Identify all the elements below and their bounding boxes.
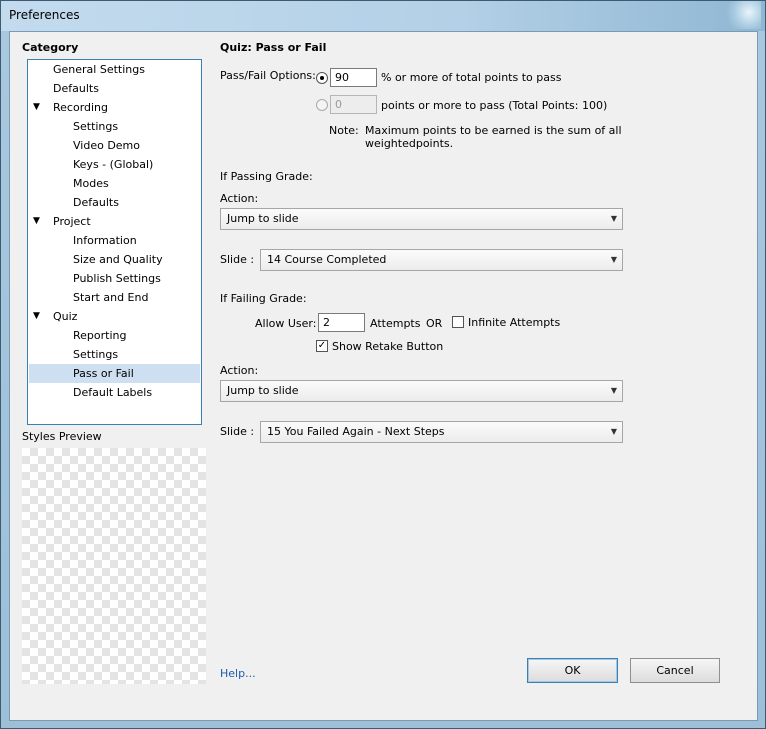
category-item[interactable]: Start and End bbox=[29, 288, 200, 307]
percent-radio[interactable] bbox=[316, 72, 328, 84]
category-item[interactable]: Settings bbox=[29, 117, 200, 136]
note-label: Note: bbox=[329, 124, 359, 137]
category-item[interactable]: General Settings bbox=[29, 60, 200, 79]
failing-slide-value: 15 You Failed Again - Next Steps bbox=[267, 425, 445, 438]
checkmark-icon: ✓ bbox=[317, 340, 327, 351]
category-item[interactable]: Keys - (Global) bbox=[29, 155, 200, 174]
passing-slide-value: 14 Course Completed bbox=[267, 253, 387, 266]
percent-option-label: % or more of total points to pass bbox=[381, 71, 562, 84]
help-link[interactable]: Help... bbox=[220, 667, 256, 680]
category-item-label: Reporting bbox=[73, 329, 127, 342]
or-label: OR bbox=[426, 317, 443, 330]
note-text-line1: Maximum points to be earned is the sum o… bbox=[365, 124, 622, 137]
category-item[interactable]: Video Demo bbox=[29, 136, 200, 155]
show-retake-label: Show Retake Button bbox=[332, 340, 444, 353]
points-radio[interactable] bbox=[316, 99, 328, 111]
failing-grade-heading: If Failing Grade: bbox=[220, 292, 307, 305]
failing-slide-dropdown[interactable]: 15 You Failed Again - Next Steps ▼ bbox=[260, 421, 623, 443]
chevron-down-icon: ▼ bbox=[610, 386, 617, 395]
category-item-label: Publish Settings bbox=[73, 272, 161, 285]
category-item[interactable]: ▼ Quiz bbox=[29, 307, 200, 326]
expand-arrow-icon[interactable]: ▼ bbox=[33, 98, 40, 117]
failing-slide-label: Slide : bbox=[220, 425, 255, 438]
category-item[interactable]: Publish Settings bbox=[29, 269, 200, 288]
infinite-attempts-checkbox[interactable] bbox=[452, 316, 464, 328]
panel-title: Quiz: Pass or Fail bbox=[220, 41, 327, 54]
note-text-line2: weightedpoints. bbox=[365, 137, 454, 150]
pass-fail-options-label: Pass/Fail Options: bbox=[220, 69, 316, 82]
category-item[interactable]: Default Labels bbox=[29, 383, 200, 402]
attempts-label: Attempts bbox=[370, 317, 421, 330]
chevron-down-icon: ▼ bbox=[610, 214, 617, 223]
category-item[interactable]: Information bbox=[29, 231, 200, 250]
passing-action-value: Jump to slide bbox=[227, 212, 299, 225]
category-item[interactable]: Size and Quality bbox=[29, 250, 200, 269]
passing-slide-dropdown[interactable]: 14 Course Completed ▼ bbox=[260, 249, 623, 271]
category-item-label: Defaults bbox=[73, 196, 119, 209]
category-item[interactable]: Reporting bbox=[29, 326, 200, 345]
chevron-down-icon: ▼ bbox=[610, 427, 617, 436]
cancel-button[interactable]: Cancel bbox=[630, 658, 720, 683]
dialog-client: Category General Settings Defaults ▼ Record… bbox=[9, 31, 758, 721]
category-tree[interactable]: General Settings Defaults ▼ Recording Settin… bbox=[27, 59, 202, 425]
category-item[interactable]: ▼ Recording bbox=[29, 98, 200, 117]
passing-grade-heading: If Passing Grade: bbox=[220, 170, 313, 183]
chevron-down-icon: ▼ bbox=[610, 255, 617, 264]
category-item-label: Information bbox=[73, 234, 137, 247]
styles-preview-label: Styles Preview bbox=[22, 430, 102, 443]
category-item[interactable]: Settings bbox=[29, 345, 200, 364]
passing-action-label: Action: bbox=[220, 192, 259, 205]
category-item-label: Size and Quality bbox=[73, 253, 163, 266]
category-item-label: Settings bbox=[73, 348, 119, 361]
category-item-label: Quiz bbox=[53, 310, 78, 323]
category-heading: Category bbox=[22, 41, 79, 54]
allow-user-label: Allow User: bbox=[255, 317, 317, 330]
infinite-attempts-label: Infinite Attempts bbox=[468, 316, 561, 329]
category-item-label: Start and End bbox=[73, 291, 149, 304]
title-bar[interactable]: Preferences bbox=[1, 1, 765, 31]
ok-button[interactable]: OK bbox=[527, 658, 618, 683]
passing-action-dropdown[interactable]: Jump to slide ▼ bbox=[220, 208, 623, 230]
preferences-window: Preferences Category General Settings Def… bbox=[0, 0, 766, 729]
category-item-label: Defaults bbox=[53, 82, 99, 95]
category-item[interactable]: ▼ Project bbox=[29, 212, 200, 231]
category-item-label: Settings bbox=[73, 120, 119, 133]
category-item-label: Modes bbox=[73, 177, 109, 190]
attempts-input[interactable]: 2 bbox=[318, 313, 365, 332]
failing-action-dropdown[interactable]: Jump to slide ▼ bbox=[220, 380, 623, 402]
points-input[interactable]: 0 bbox=[330, 95, 377, 114]
points-option-label: points or more to pass (Total Points: 10… bbox=[381, 99, 608, 112]
category-item-label: Video Demo bbox=[73, 139, 140, 152]
expand-arrow-icon[interactable]: ▼ bbox=[33, 212, 40, 231]
percent-input[interactable]: 90 bbox=[330, 68, 377, 87]
category-item-label: Pass or Fail bbox=[73, 367, 134, 380]
window-control-glow bbox=[721, 1, 761, 29]
failing-action-value: Jump to slide bbox=[227, 384, 299, 397]
category-item[interactable]: Defaults bbox=[29, 193, 200, 212]
expand-arrow-icon[interactable]: ▼ bbox=[33, 307, 40, 326]
styles-preview-canvas bbox=[22, 448, 206, 684]
window-title: Preferences bbox=[9, 8, 80, 22]
category-item-label: Default Labels bbox=[73, 386, 153, 399]
category-item[interactable]: Pass or Fail bbox=[29, 364, 200, 383]
category-item[interactable]: Defaults bbox=[29, 79, 200, 98]
category-item-label: Project bbox=[53, 215, 91, 228]
failing-action-label: Action: bbox=[220, 364, 259, 377]
passing-slide-label: Slide : bbox=[220, 253, 255, 266]
category-item-label: Recording bbox=[53, 101, 109, 114]
category-item-label: Keys - (Global) bbox=[73, 158, 154, 171]
category-item[interactable]: Modes bbox=[29, 174, 200, 193]
category-item-label: General Settings bbox=[53, 63, 145, 76]
show-retake-checkbox[interactable]: ✓ bbox=[316, 340, 328, 352]
